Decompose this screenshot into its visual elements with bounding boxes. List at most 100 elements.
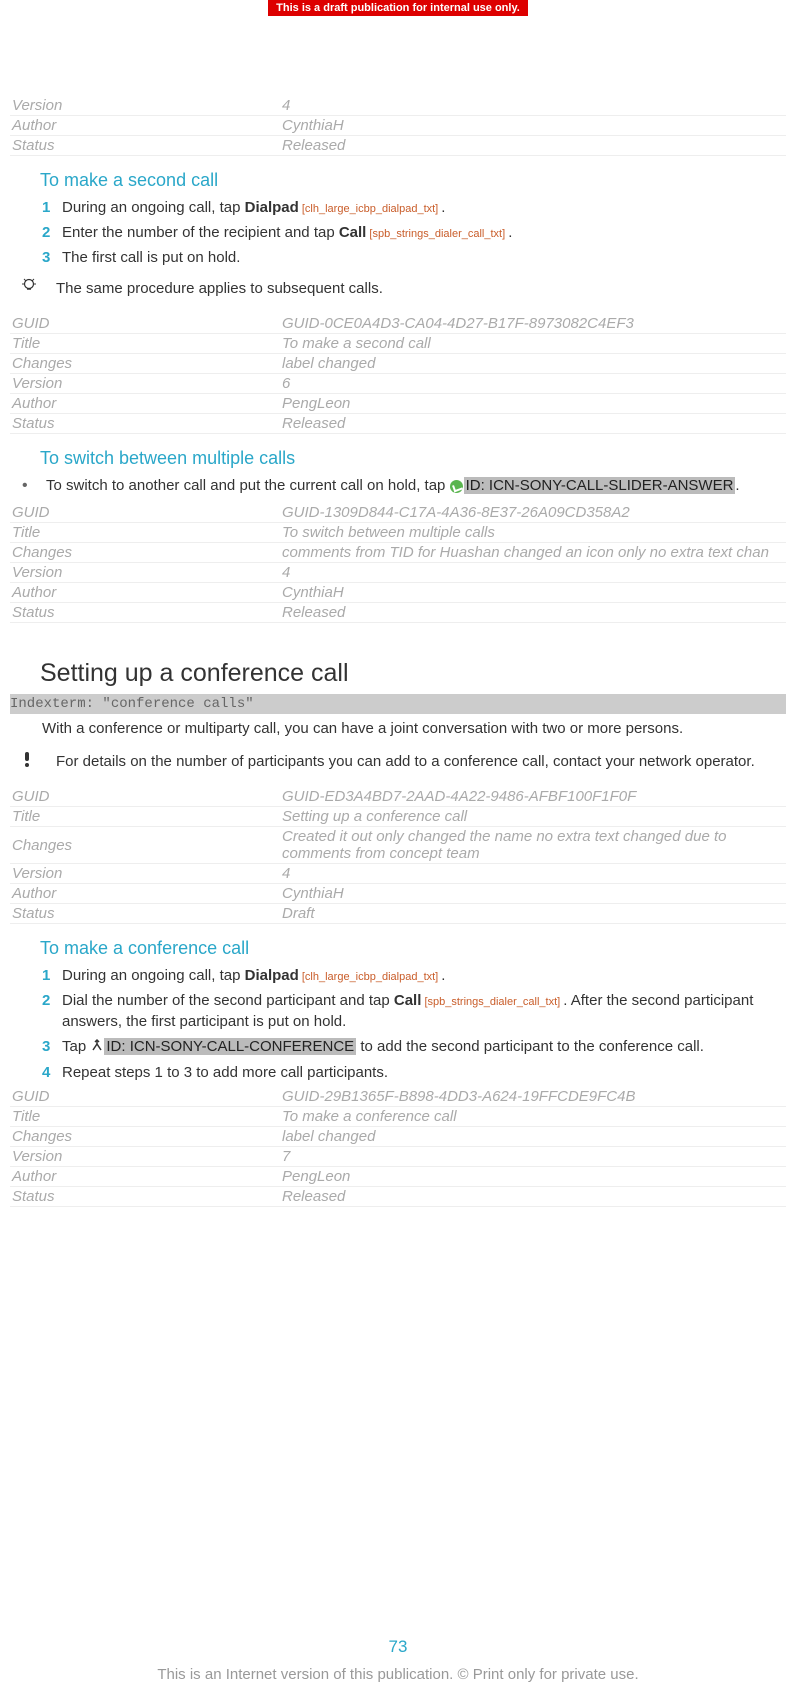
meta-value: CynthiaH: [280, 583, 786, 603]
meta-value: GUID-ED3A4BD7-2AAD-4A22-9486-AFBF100F1F0…: [280, 787, 786, 807]
table-row: AuthorPengLeon: [10, 394, 786, 414]
table-row: AuthorCynthiaH: [10, 116, 786, 136]
meta-label: GUID: [10, 787, 280, 807]
meta-value: label changed: [280, 1126, 786, 1146]
bold-text: Dialpad: [245, 199, 299, 216]
meta-label: Title: [10, 807, 280, 827]
meta-value: CynthiaH: [280, 116, 786, 136]
meta-value: Released: [280, 136, 786, 156]
meta-value: To make a conference call: [280, 1106, 786, 1126]
table-row: AuthorPengLeon: [10, 1166, 786, 1186]
resource-id: [spb_strings_dialer_call_txt]: [366, 228, 508, 240]
table-row: ChangesCreated it out only changed the n…: [10, 827, 786, 864]
meta-value: Released: [280, 603, 786, 623]
tip-row: The same procedure applies to subsequent…: [22, 278, 786, 300]
table-row: GUIDGUID-0CE0A4D3-CA04-4D27-B17F-8973082…: [10, 314, 786, 334]
meta-label: Changes: [10, 354, 280, 374]
meta-label: Status: [10, 414, 280, 434]
text: During an ongoing call, tap: [62, 199, 245, 216]
table-row: GUIDGUID-ED3A4BD7-2AAD-4A22-9486-AFBF100…: [10, 787, 786, 807]
table-row: StatusReleased: [10, 136, 786, 156]
meta-label: Author: [10, 884, 280, 904]
step-number: 1: [42, 965, 62, 986]
meta-label: GUID: [10, 1087, 280, 1107]
meta-label: GUID: [10, 314, 280, 334]
body-text: With a conference or multiparty call, yo…: [42, 718, 786, 739]
meta-value: GUID-29B1365F-B898-4DD3-A624-19FFCDE9FC4…: [280, 1087, 786, 1107]
list-item: 2 Enter the number of the recipient and …: [42, 222, 786, 243]
page-content: Version4 AuthorCynthiaH StatusReleased T…: [0, 96, 796, 1207]
bold-text: Call: [339, 224, 367, 241]
meta-label: Title: [10, 1106, 280, 1126]
meta-value: Created it out only changed the name no …: [280, 827, 786, 864]
step-text: During an ongoing call, tap Dialpad [clh…: [62, 197, 786, 218]
meta-value: PengLeon: [280, 1166, 786, 1186]
table-row: StatusReleased: [10, 414, 786, 434]
text: .: [508, 224, 512, 241]
table-row: Changescomments from TID for Huashan cha…: [10, 543, 786, 563]
step-text: Dial the number of the second participan…: [62, 990, 786, 1032]
meta-value: 7: [280, 1146, 786, 1166]
resource-id: [spb_strings_dialer_call_txt]: [421, 996, 563, 1008]
note-row: For details on the number of participant…: [22, 751, 786, 773]
step-number: 4: [42, 1062, 62, 1083]
meta-value: Draft: [280, 904, 786, 924]
meta-label: Changes: [10, 1126, 280, 1146]
meta-value: Released: [280, 1186, 786, 1206]
list-item: 4 Repeat steps 1 to 3 to add more call p…: [42, 1062, 786, 1083]
step-number: 2: [42, 990, 62, 1032]
meta-label: Author: [10, 1166, 280, 1186]
meta-label: Author: [10, 583, 280, 603]
list-item: 1 During an ongoing call, tap Dialpad [c…: [42, 965, 786, 986]
meta-label: GUID: [10, 503, 280, 523]
text: to add the second participant to the con…: [356, 1038, 704, 1055]
step-text: Tap ID: ICN-SONY-CALL-CONFERENCE to add …: [62, 1036, 786, 1058]
meta-label: Changes: [10, 827, 280, 864]
page-number: 73: [0, 1637, 796, 1657]
meta-value: 4: [280, 864, 786, 884]
table-row: TitleTo switch between multiple calls: [10, 523, 786, 543]
meta-value: label changed: [280, 354, 786, 374]
step-text: Enter the number of the recipient and ta…: [62, 222, 786, 243]
icon-id: ID: ICN-SONY-CALL-SLIDER-ANSWER: [464, 477, 736, 494]
icon-id: ID: ICN-SONY-CALL-CONFERENCE: [104, 1038, 356, 1055]
meta-label: Title: [10, 334, 280, 354]
table-row: StatusReleased: [10, 1186, 786, 1206]
table-row: StatusDraft: [10, 904, 786, 924]
meta-label: Status: [10, 1186, 280, 1206]
text: Enter the number of the recipient and ta…: [62, 224, 339, 241]
table-row: StatusReleased: [10, 603, 786, 623]
meta-label: Status: [10, 136, 280, 156]
resource-id: [clh_large_icbp_dialpad_txt]: [299, 971, 441, 983]
meta-table-3: GUIDGUID-1309D844-C17A-4A36-8E37-26A09CD…: [10, 503, 786, 623]
lightbulb-icon: [22, 278, 52, 300]
table-row: Version7: [10, 1146, 786, 1166]
table-row: AuthorCynthiaH: [10, 884, 786, 904]
draft-banner: This is a draft publication for internal…: [268, 0, 528, 16]
meta-table-4: GUIDGUID-ED3A4BD7-2AAD-4A22-9486-AFBF100…: [10, 787, 786, 924]
meta-value: 4: [280, 96, 786, 116]
steps-make-conference: 1 During an ongoing call, tap Dialpad [c…: [42, 965, 786, 1083]
exclamation-icon: [22, 751, 52, 773]
table-row: TitleTo make a conference call: [10, 1106, 786, 1126]
table-row: GUIDGUID-29B1365F-B898-4DD3-A624-19FFCDE…: [10, 1087, 786, 1107]
meta-value: To make a second call: [280, 334, 786, 354]
meta-value: Setting up a conference call: [280, 807, 786, 827]
table-row: Changeslabel changed: [10, 354, 786, 374]
table-row: TitleTo make a second call: [10, 334, 786, 354]
meta-label: Version: [10, 1146, 280, 1166]
meta-value: To switch between multiple calls: [280, 523, 786, 543]
table-row: Version4: [10, 96, 786, 116]
meta-label: Version: [10, 374, 280, 394]
tip-text: The same procedure applies to subsequent…: [52, 278, 786, 300]
meta-label: Changes: [10, 543, 280, 563]
section-title-make-conference: To make a conference call: [40, 938, 786, 959]
meta-label: Version: [10, 864, 280, 884]
list-item: 1 During an ongoing call, tap Dialpad [c…: [42, 197, 786, 218]
meta-table-2: GUIDGUID-0CE0A4D3-CA04-4D27-B17F-8973082…: [10, 314, 786, 434]
meta-value: Released: [280, 414, 786, 434]
list-item: 2 Dial the number of the second particip…: [42, 990, 786, 1032]
meta-label: Status: [10, 603, 280, 623]
meta-value: GUID-1309D844-C17A-4A36-8E37-26A09CD358A…: [280, 503, 786, 523]
section-title-conference: Setting up a conference call: [40, 659, 786, 688]
